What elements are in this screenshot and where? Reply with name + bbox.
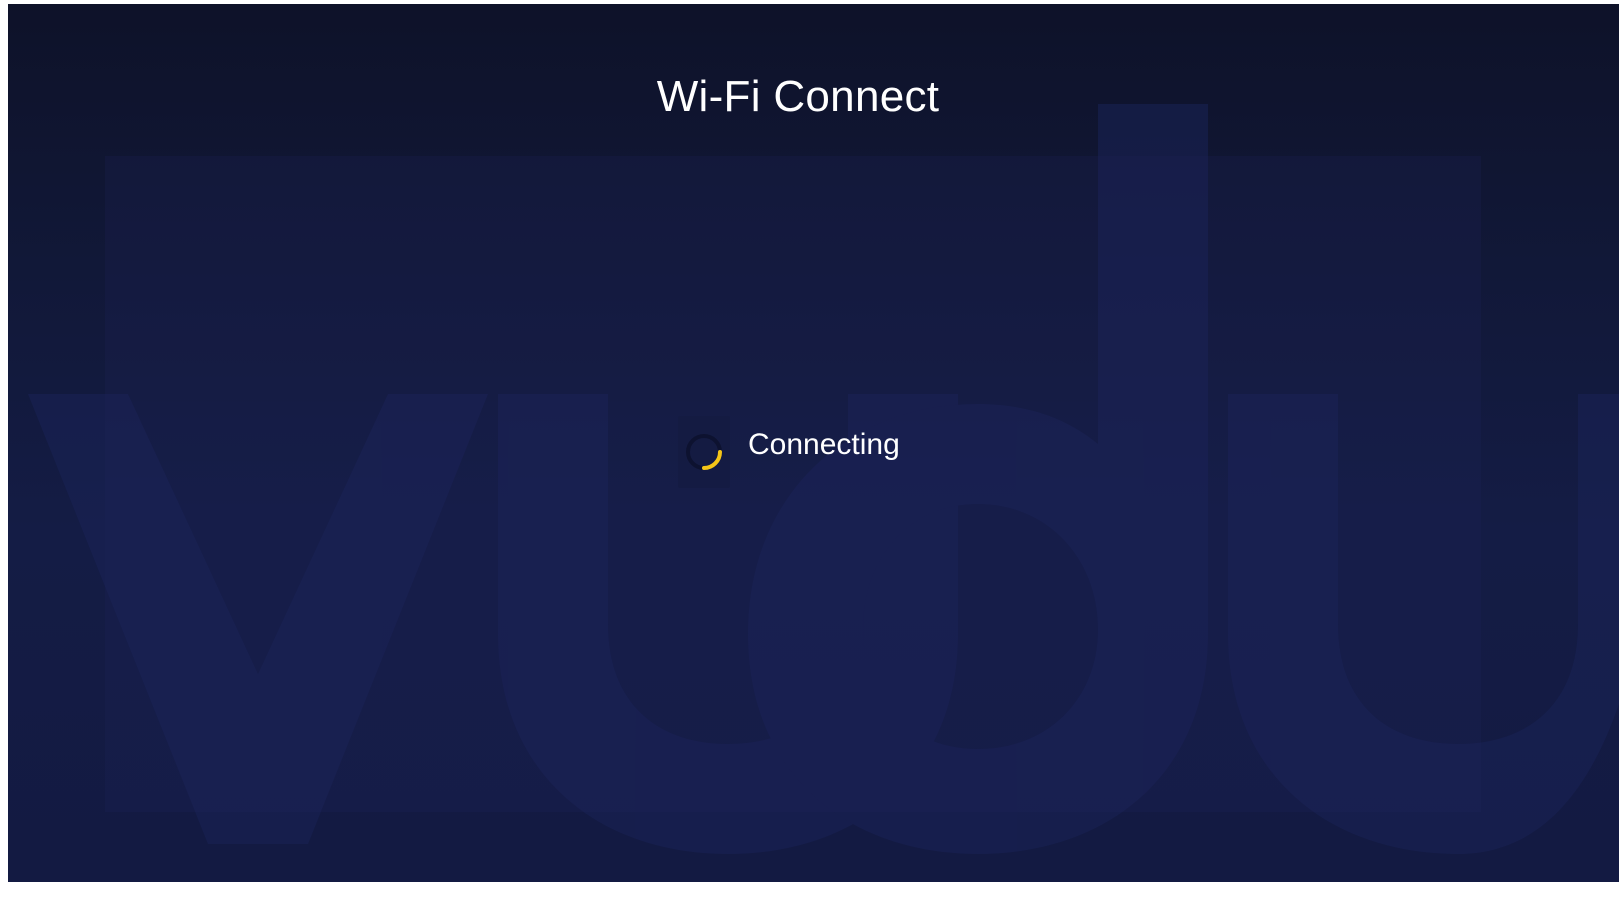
status-label: Connecting <box>748 428 900 461</box>
page-title: Wi-Fi Connect <box>656 72 940 121</box>
connection-status: Connecting <box>678 416 900 488</box>
spinner-container <box>678 416 730 488</box>
loading-spinner-icon <box>686 434 722 470</box>
wifi-connect-screen: Wi-Fi Connect Connecting <box>8 4 1619 882</box>
